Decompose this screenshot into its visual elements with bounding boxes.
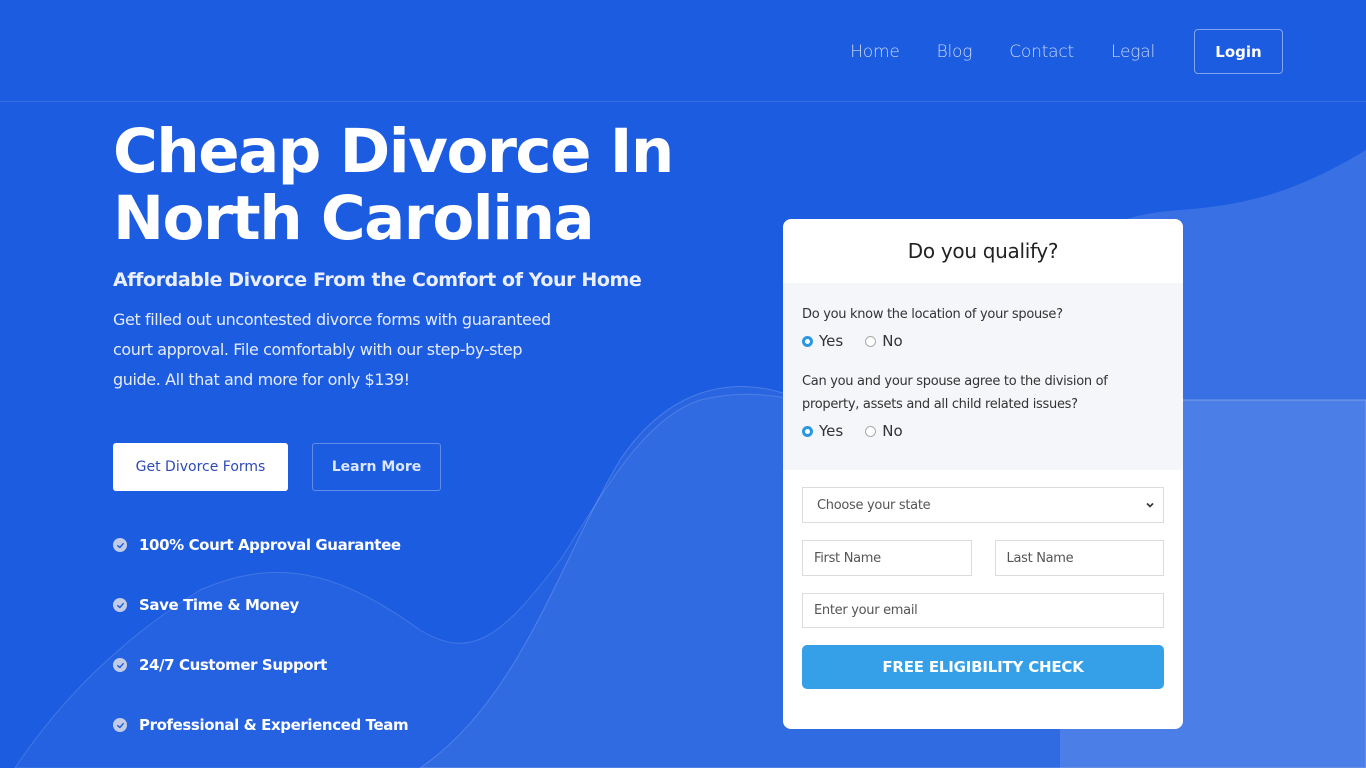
- hero-title-line2: North Carolina: [113, 183, 595, 254]
- radio-label: No: [882, 332, 903, 350]
- get-divorce-forms-button[interactable]: Get Divorce Forms: [113, 443, 288, 491]
- first-name-input[interactable]: First Name: [802, 540, 972, 576]
- radio-unselected-icon[interactable]: [865, 335, 877, 347]
- contact-fields: Choose your state First Name Last Name E…: [783, 470, 1183, 689]
- question-1-yes-radio[interactable]: Yes: [802, 332, 843, 350]
- questions-panel: Do you know the location of your spouse?…: [783, 283, 1183, 470]
- feature-item: Professional & Experienced Team: [113, 714, 409, 736]
- question-2-radio-group: Yes No: [802, 422, 1164, 440]
- check-circle-icon: [113, 658, 127, 672]
- feature-label: Save Time & Money: [139, 596, 299, 614]
- site-header: Home Blog Contact Legal Login: [0, 0, 1366, 102]
- question-2-no-radio[interactable]: No: [865, 422, 903, 440]
- nav-contact[interactable]: Contact: [1009, 42, 1074, 62]
- nav-home[interactable]: Home: [850, 42, 900, 62]
- email-input[interactable]: Enter your email: [802, 593, 1164, 628]
- radio-unselected-icon[interactable]: [865, 425, 877, 437]
- check-circle-icon: [113, 598, 127, 612]
- feature-label: Professional & Experienced Team: [139, 716, 409, 734]
- name-row: First Name Last Name: [802, 540, 1164, 576]
- features-list: 100% Court Approval Guarantee Save Time …: [113, 534, 409, 768]
- learn-more-button[interactable]: Learn More: [312, 443, 441, 491]
- feature-item: 24/7 Customer Support: [113, 654, 408, 676]
- question-1-radio-group: Yes No: [802, 332, 1164, 350]
- question-1-no-radio[interactable]: No: [865, 332, 903, 350]
- state-select-value: Choose your state: [817, 497, 931, 513]
- last-name-input[interactable]: Last Name: [994, 540, 1164, 576]
- feature-label: 24/7 Customer Support: [139, 656, 327, 674]
- hero-title: Cheap Divorce In North Carolina: [113, 118, 753, 252]
- nav-legal[interactable]: Legal: [1111, 42, 1155, 62]
- radio-label: Yes: [819, 422, 844, 440]
- hero-title-line1: Cheap Divorce In: [113, 116, 674, 187]
- state-select[interactable]: Choose your state: [802, 487, 1164, 523]
- main-nav: Home Blog Contact Legal Login: [850, 29, 1283, 74]
- question-1-text: Do you know the location of your spouse?: [802, 307, 1063, 322]
- nav-blog[interactable]: Blog: [937, 42, 973, 62]
- feature-item: Save Time & Money: [113, 594, 408, 616]
- question-2-text: Can you and your spouse agree to the div…: [802, 374, 1108, 412]
- hero-description: Get filled out uncontested divorce forms…: [113, 310, 551, 389]
- radio-selected-icon[interactable]: [802, 335, 813, 347]
- question-2-yes-radio[interactable]: Yes: [802, 422, 843, 440]
- login-button[interactable]: Login: [1194, 29, 1283, 74]
- check-circle-icon: [113, 538, 127, 552]
- form-title: Do you qualify?: [907, 239, 1059, 263]
- hero-subtitle: Affordable Divorce From the Comfort of Y…: [113, 269, 642, 291]
- feature-label: 100% Court Approval Guarantee: [139, 536, 401, 554]
- cta-buttons: Get Divorce Forms Learn More: [113, 443, 441, 491]
- radio-label: No: [882, 422, 903, 440]
- qualify-form-card: Do you qualify? Do you know the location…: [783, 219, 1183, 729]
- check-circle-icon: [113, 718, 127, 732]
- hero-section: Cheap Divorce In North Carolina Affordab…: [113, 118, 753, 395]
- feature-item: 100% Court Approval Guarantee: [113, 534, 408, 556]
- chevron-down-icon: [1146, 502, 1154, 508]
- radio-selected-icon[interactable]: [802, 425, 813, 437]
- free-eligibility-check-button[interactable]: FREE ELIGIBILITY CHECK: [802, 645, 1164, 689]
- radio-label: Yes: [819, 332, 844, 350]
